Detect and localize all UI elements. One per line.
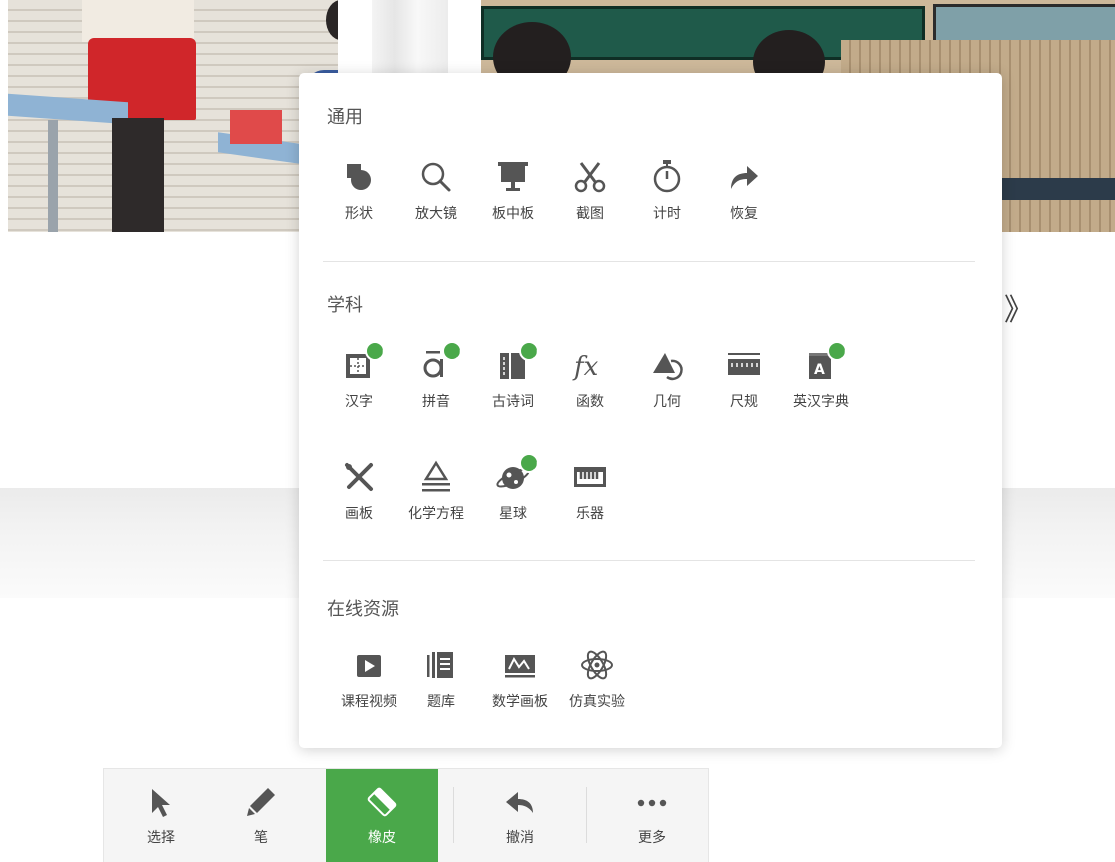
eraser-button-label: 橡皮 — [368, 830, 396, 846]
download-badge-icon — [442, 341, 471, 369]
scissors-icon — [572, 159, 608, 195]
more-dots-icon — [635, 785, 669, 819]
background-photo-middle — [372, 0, 448, 76]
section-title-general: 通用 — [327, 107, 363, 128]
tool-poetry[interactable]: 古诗词 — [473, 341, 553, 411]
piano-keyboard-icon — [572, 459, 608, 495]
tool-ruler-compass[interactable]: 尺规 — [704, 347, 784, 411]
download-badge-icon — [827, 341, 856, 369]
undo-button-label: 撤消 — [506, 830, 534, 846]
math-board-icon — [502, 647, 538, 683]
undo-button[interactable]: 撤消 — [470, 769, 570, 862]
tool-label: 尺规 — [730, 394, 758, 410]
tool-label: 仿真实验 — [569, 694, 625, 710]
tool-board-in-board[interactable]: 板中板 — [473, 159, 553, 223]
tool-planet[interactable]: 星球 — [473, 453, 553, 523]
pinyin-icon — [418, 341, 471, 383]
video-play-icon — [351, 647, 387, 683]
atom-icon — [579, 647, 615, 683]
function-fx-icon: fx — [572, 347, 608, 383]
svg-text:fx: fx — [572, 352, 599, 382]
tool-label: 函数 — [576, 394, 604, 410]
section-divider — [323, 261, 975, 262]
download-badge-icon — [365, 341, 394, 369]
section-title-online-resources: 在线资源 — [327, 599, 399, 620]
tool-label: 恢复 — [730, 206, 758, 222]
tool-math-board[interactable]: 数学画板 — [480, 647, 560, 711]
background-photo-left — [8, 0, 338, 232]
shape-icon — [341, 159, 377, 195]
planet-icon — [495, 453, 548, 495]
magnifier-icon — [418, 159, 454, 195]
section-divider — [323, 560, 975, 561]
tool-shape[interactable]: 形状 — [319, 159, 399, 223]
more-button-label: 更多 — [638, 830, 666, 846]
tool-label: 乐器 — [576, 506, 604, 522]
select-button-label: 选择 — [147, 830, 175, 846]
select-button[interactable]: 选择 — [116, 769, 206, 862]
tool-label: 星球 — [499, 506, 527, 522]
bottom-toolbar: 选择 笔 橡皮 撤消 更多 — [103, 768, 709, 862]
chevron-right-icon[interactable]: 》 — [1004, 296, 1034, 326]
toolbar-divider — [586, 787, 587, 843]
pen-button[interactable]: 笔 — [216, 769, 306, 862]
poetry-book-icon — [495, 341, 548, 383]
tool-course-video[interactable]: 课程视频 — [329, 647, 409, 711]
tool-pinyin[interactable]: 拼音 — [396, 341, 476, 411]
tool-label: 题库 — [427, 694, 455, 710]
tool-label: 课程视频 — [341, 694, 397, 710]
tool-restore[interactable]: 恢复 — [704, 159, 784, 223]
geometry-icon — [649, 347, 685, 383]
tool-timer[interactable]: 计时 — [627, 159, 707, 223]
tool-label: 放大镜 — [415, 206, 457, 222]
tool-geometry[interactable]: 几何 — [627, 347, 707, 411]
hanzi-grid-icon — [341, 341, 394, 383]
tools-popup-panel: 通用 形状 放大镜 板中板 截图 计时 恢复 学科 汉字 拼音 古诗词 fx 函… — [299, 73, 1002, 748]
cursor-arrow-icon — [144, 785, 178, 819]
tool-chemistry[interactable]: 化学方程 — [396, 459, 476, 523]
download-badge-icon — [519, 453, 548, 481]
stopwatch-icon — [649, 159, 685, 195]
tool-label: 画板 — [345, 506, 373, 522]
tool-instrument[interactable]: 乐器 — [550, 459, 630, 523]
tool-drawing-board[interactable]: 画板 — [319, 459, 399, 523]
tool-screenshot[interactable]: 截图 — [550, 159, 630, 223]
toolbar-divider — [453, 787, 454, 843]
drawing-board-icon — [341, 459, 377, 495]
tool-function[interactable]: fx 函数 — [550, 347, 630, 411]
tool-dictionary[interactable]: A 英汉字典 — [781, 341, 861, 411]
pen-button-label: 笔 — [254, 830, 268, 846]
undo-icon — [503, 785, 537, 819]
eraser-button[interactable]: 橡皮 — [326, 769, 438, 862]
dictionary-icon: A — [803, 341, 856, 383]
chemistry-equation-icon — [418, 459, 454, 495]
tool-label: 截图 — [576, 206, 604, 222]
board-in-board-icon — [495, 159, 531, 195]
tool-magnifier[interactable]: 放大镜 — [396, 159, 476, 223]
tool-label: 几何 — [653, 394, 681, 410]
tool-label: 汉字 — [345, 394, 373, 410]
svg-text:A: A — [814, 362, 825, 378]
question-bank-icon — [423, 647, 459, 683]
tool-label: 古诗词 — [492, 394, 534, 410]
tool-question-bank[interactable]: 题库 — [401, 647, 481, 711]
more-button[interactable]: 更多 — [602, 769, 702, 862]
eraser-icon — [365, 785, 399, 819]
pen-icon — [244, 785, 278, 819]
tool-label: 形状 — [345, 206, 373, 222]
download-badge-icon — [519, 341, 548, 369]
section-title-subjects: 学科 — [327, 295, 363, 316]
ruler-icon — [726, 347, 762, 383]
tool-simulation-lab[interactable]: 仿真实验 — [557, 647, 637, 711]
tool-label: 化学方程 — [408, 506, 464, 522]
tool-label: 英汉字典 — [793, 394, 849, 410]
tool-label: 计时 — [653, 206, 681, 222]
tool-label: 板中板 — [492, 206, 534, 222]
restore-arrow-icon — [726, 159, 762, 195]
tool-label: 拼音 — [422, 394, 450, 410]
tool-label: 数学画板 — [492, 694, 548, 710]
tool-hanzi[interactable]: 汉字 — [319, 341, 399, 411]
